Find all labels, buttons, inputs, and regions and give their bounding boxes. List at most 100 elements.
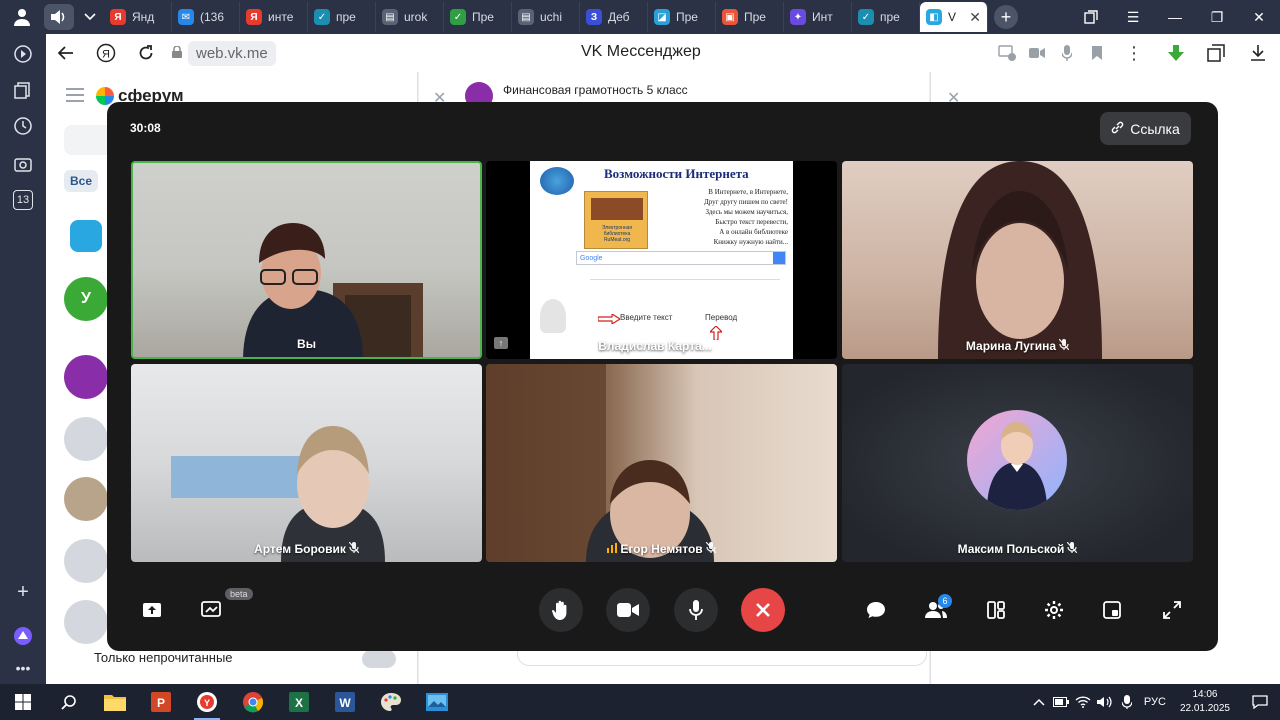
chat-button[interactable] [858,592,894,628]
tab-search-icon[interactable] [1070,0,1112,34]
poem-line: Быстро текст перевести, [715,218,788,226]
start-button[interactable] [0,684,46,720]
screen-share-icon[interactable] [992,34,1022,72]
share-screen-button[interactable] [134,592,170,628]
paint-app[interactable] [368,684,414,720]
history-icon[interactable] [11,114,35,138]
close-window-icon[interactable]: ✕ [1238,0,1280,34]
video-tile-self[interactable]: Вы [131,161,482,359]
browser-tab[interactable]: З Деб [580,2,648,32]
mic-muted-icon [1058,338,1070,353]
excel-app[interactable]: X [276,684,322,720]
browser-tab[interactable]: ✦ Инт [784,2,852,32]
more-vertical-icon[interactable]: ⋮ [1112,34,1156,72]
chat-avatar[interactable] [64,477,108,521]
camera-permission-icon[interactable] [1022,34,1052,72]
tab-audio-icon[interactable] [44,4,74,30]
browser-tab[interactable]: ▤ urok [376,2,444,32]
chrome-app[interactable] [230,684,276,720]
chat-avatar[interactable] [64,539,108,583]
battery-icon[interactable] [1050,684,1072,720]
svg-text:X: X [295,696,303,710]
extensions-icon[interactable] [1196,34,1236,72]
play-icon[interactable] [11,42,35,66]
new-tab-button[interactable]: + [994,5,1018,29]
yandex-browser-app[interactable]: Y [184,684,230,720]
chat-avatar[interactable] [64,600,108,644]
end-call-button[interactable] [741,588,785,632]
download-icon[interactable] [1236,34,1280,72]
bookmark-icon[interactable] [1082,34,1112,72]
clock-date: 22.01.2025 [1179,703,1230,714]
tab-active[interactable]: ◧ V ✕ [920,2,988,32]
tab-close-icon[interactable]: ✕ [969,9,981,26]
input-language[interactable]: РУС [1144,696,1166,708]
volume-icon[interactable] [1094,684,1116,720]
yandex-icon[interactable]: Я [86,34,126,72]
explorer-app[interactable] [92,684,138,720]
video-tile-participant[interactable]: Максим Польской [842,364,1193,562]
menu-icon[interactable]: ☰ [1112,0,1154,34]
browser-tab[interactable]: ✓ Пре [444,2,512,32]
tab-label: (136 [200,10,225,24]
alice-icon[interactable] [11,624,35,648]
browser-tab[interactable]: ▤ uchi [512,2,580,32]
back-button[interactable] [46,34,86,72]
restore-icon[interactable]: ❐ [1196,0,1238,34]
browser-tab[interactable]: Яинте [240,2,308,32]
chat-avatar[interactable] [70,220,102,252]
more-icon[interactable]: ••• [11,656,35,680]
browser-tab[interactable]: Я Янд [104,2,172,32]
camera-icon[interactable] [11,152,35,176]
video-tile-participant[interactable]: Марина Лугина [842,161,1193,359]
chat-avatar[interactable] [64,417,108,461]
minimize-call-button[interactable] [1094,592,1130,628]
video-tile-participant[interactable]: Артем Боровик [131,364,482,562]
settings-button[interactable] [1036,592,1072,628]
calendar-badge[interactable]: 13 [13,190,33,210]
paint-palette-icon [381,693,401,711]
unread-only-toggle[interactable] [362,650,396,668]
microphone-permission-icon[interactable] [1052,34,1082,72]
minimize-icon[interactable]: — [1154,0,1196,34]
layout-button[interactable] [978,592,1014,628]
browser-tab[interactable]: ▣ Пре [716,2,784,32]
notifications-icon[interactable] [1240,684,1280,720]
filter-all-chip[interactable]: Все [64,170,99,192]
browser-tab[interactable]: ✓ пре [308,2,376,32]
browser-tab[interactable]: ◪ Пре [648,2,716,32]
search-icon [61,695,76,710]
raise-hand-button[interactable] [539,588,583,632]
address-bar[interactable]: web.vk.me [172,39,276,67]
camera-toggle-button[interactable] [606,588,650,632]
collections-icon[interactable] [11,78,35,102]
downloads-protect-icon[interactable] [1156,34,1196,72]
reload-button[interactable] [126,34,166,72]
chat-avatar[interactable]: У [64,277,108,321]
sferum-logo-icon [96,87,114,105]
menu-icon[interactable] [66,88,84,102]
video-tile-participant[interactable]: Егор Немятов [486,364,837,562]
chevron-up-icon[interactable] [1028,684,1050,720]
fullscreen-button[interactable] [1154,592,1190,628]
chat-avatar[interactable] [64,355,108,399]
browser-tab[interactable]: ✉ (136 [172,2,240,32]
add-icon[interactable]: + [11,580,35,604]
tab-favicon-icon: ✓ [314,9,330,25]
microphone-toggle-button[interactable] [674,588,718,632]
media-app[interactable] [414,684,460,720]
tab-label: Янд [132,10,155,24]
copy-link-button[interactable]: Ссылка [1100,112,1191,145]
whiteboard-button[interactable] [194,592,230,628]
profile-icon[interactable] [0,0,44,34]
wifi-icon[interactable] [1072,684,1094,720]
powerpoint-app[interactable]: P [138,684,184,720]
video-tile-screenshare[interactable]: Возможности Интернета Электронная библио… [486,161,837,359]
tab-label: urok [404,10,428,24]
microphone-tray-icon[interactable] [1116,684,1138,720]
chevron-down-icon[interactable] [76,4,104,30]
clock[interactable]: 14:06 22.01.2025 [1180,688,1230,716]
search-button[interactable] [46,684,92,720]
word-app[interactable]: W [322,684,368,720]
browser-tab[interactable]: ✓ пре [852,2,920,32]
